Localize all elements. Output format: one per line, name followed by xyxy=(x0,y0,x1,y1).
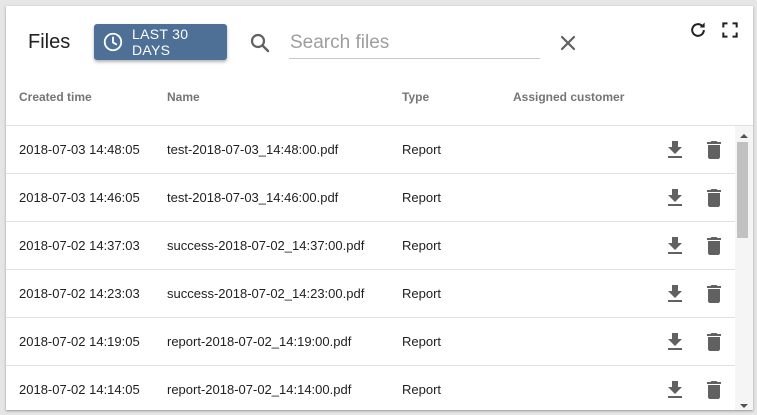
cell-name: report-2018-07-02_14:14:00.pdf xyxy=(167,382,352,397)
search-icon xyxy=(248,31,272,55)
table-body: 2018-07-03 14:48:05 test-2018-07-03_14:4… xyxy=(6,126,735,410)
table-row[interactable]: 2018-07-02 14:37:03 success-2018-07-02_1… xyxy=(6,222,735,270)
download-icon[interactable] xyxy=(663,378,687,402)
column-header-assigned-customer[interactable]: Assigned customer xyxy=(513,90,624,104)
cell-type: Report xyxy=(402,238,442,253)
cell-name: test-2018-07-03_14:48:00.pdf xyxy=(167,142,339,157)
download-icon[interactable] xyxy=(663,330,687,354)
cell-type: Report xyxy=(402,334,442,349)
table-row[interactable]: 2018-07-03 14:46:05 test-2018-07-03_14:4… xyxy=(6,174,735,222)
files-card: Files LAST 30 DAYS Created time Name Typ… xyxy=(6,6,753,410)
cell-type: Report xyxy=(402,286,442,301)
download-icon[interactable] xyxy=(663,186,687,210)
trash-icon[interactable] xyxy=(702,282,726,306)
cell-created-time: 2018-07-02 14:23:03 xyxy=(19,286,140,301)
trash-icon[interactable] xyxy=(702,138,726,162)
scroll-up-arrow-icon[interactable] xyxy=(739,128,749,138)
download-icon[interactable] xyxy=(663,234,687,258)
cell-created-time: 2018-07-03 14:46:05 xyxy=(19,190,140,205)
table-row[interactable]: 2018-07-02 14:19:05 report-2018-07-02_14… xyxy=(6,318,735,366)
refresh-icon[interactable] xyxy=(688,20,708,40)
trash-icon[interactable] xyxy=(702,186,726,210)
cell-name: success-2018-07-02_14:37:00.pdf xyxy=(167,238,365,253)
column-header-type[interactable]: Type xyxy=(402,90,429,104)
scrollbar[interactable] xyxy=(735,126,753,410)
download-icon[interactable] xyxy=(663,282,687,306)
time-window-label: LAST 30 DAYS xyxy=(132,26,189,58)
cell-name: report-2018-07-02_14:19:00.pdf xyxy=(167,334,352,349)
cell-name: test-2018-07-03_14:46:00.pdf xyxy=(167,190,339,205)
column-header-name[interactable]: Name xyxy=(167,90,200,104)
table-row[interactable]: 2018-07-02 14:23:03 success-2018-07-02_1… xyxy=(6,270,735,318)
trash-icon[interactable] xyxy=(702,330,726,354)
trash-icon[interactable] xyxy=(702,378,726,402)
table-row[interactable]: 2018-07-02 14:14:05 report-2018-07-02_14… xyxy=(6,366,735,410)
download-icon[interactable] xyxy=(663,138,687,162)
table-row[interactable]: 2018-07-03 14:48:05 test-2018-07-03_14:4… xyxy=(6,126,735,174)
page-title: Files xyxy=(28,31,71,53)
scroll-down-arrow-icon[interactable] xyxy=(739,398,749,408)
trash-icon[interactable] xyxy=(702,234,726,258)
cell-type: Report xyxy=(402,190,442,205)
search-input[interactable] xyxy=(289,29,540,59)
cell-type: Report xyxy=(402,382,442,397)
time-window-button[interactable]: LAST 30 DAYS xyxy=(94,24,227,60)
scrollbar-thumb[interactable] xyxy=(737,142,748,238)
cell-created-time: 2018-07-02 14:14:05 xyxy=(19,382,140,397)
column-header-created-time[interactable]: Created time xyxy=(19,90,92,104)
cell-type: Report xyxy=(402,142,442,157)
cell-name: success-2018-07-02_14:23:00.pdf xyxy=(167,286,365,301)
clock-icon xyxy=(102,31,124,53)
fullscreen-icon[interactable] xyxy=(720,20,740,40)
cell-created-time: 2018-07-03 14:48:05 xyxy=(19,142,140,157)
cell-created-time: 2018-07-02 14:37:03 xyxy=(19,238,140,253)
table-header: Created time Name Type Assigned customer xyxy=(6,78,753,126)
cell-created-time: 2018-07-02 14:19:05 xyxy=(19,334,140,349)
close-icon[interactable] xyxy=(556,31,580,55)
